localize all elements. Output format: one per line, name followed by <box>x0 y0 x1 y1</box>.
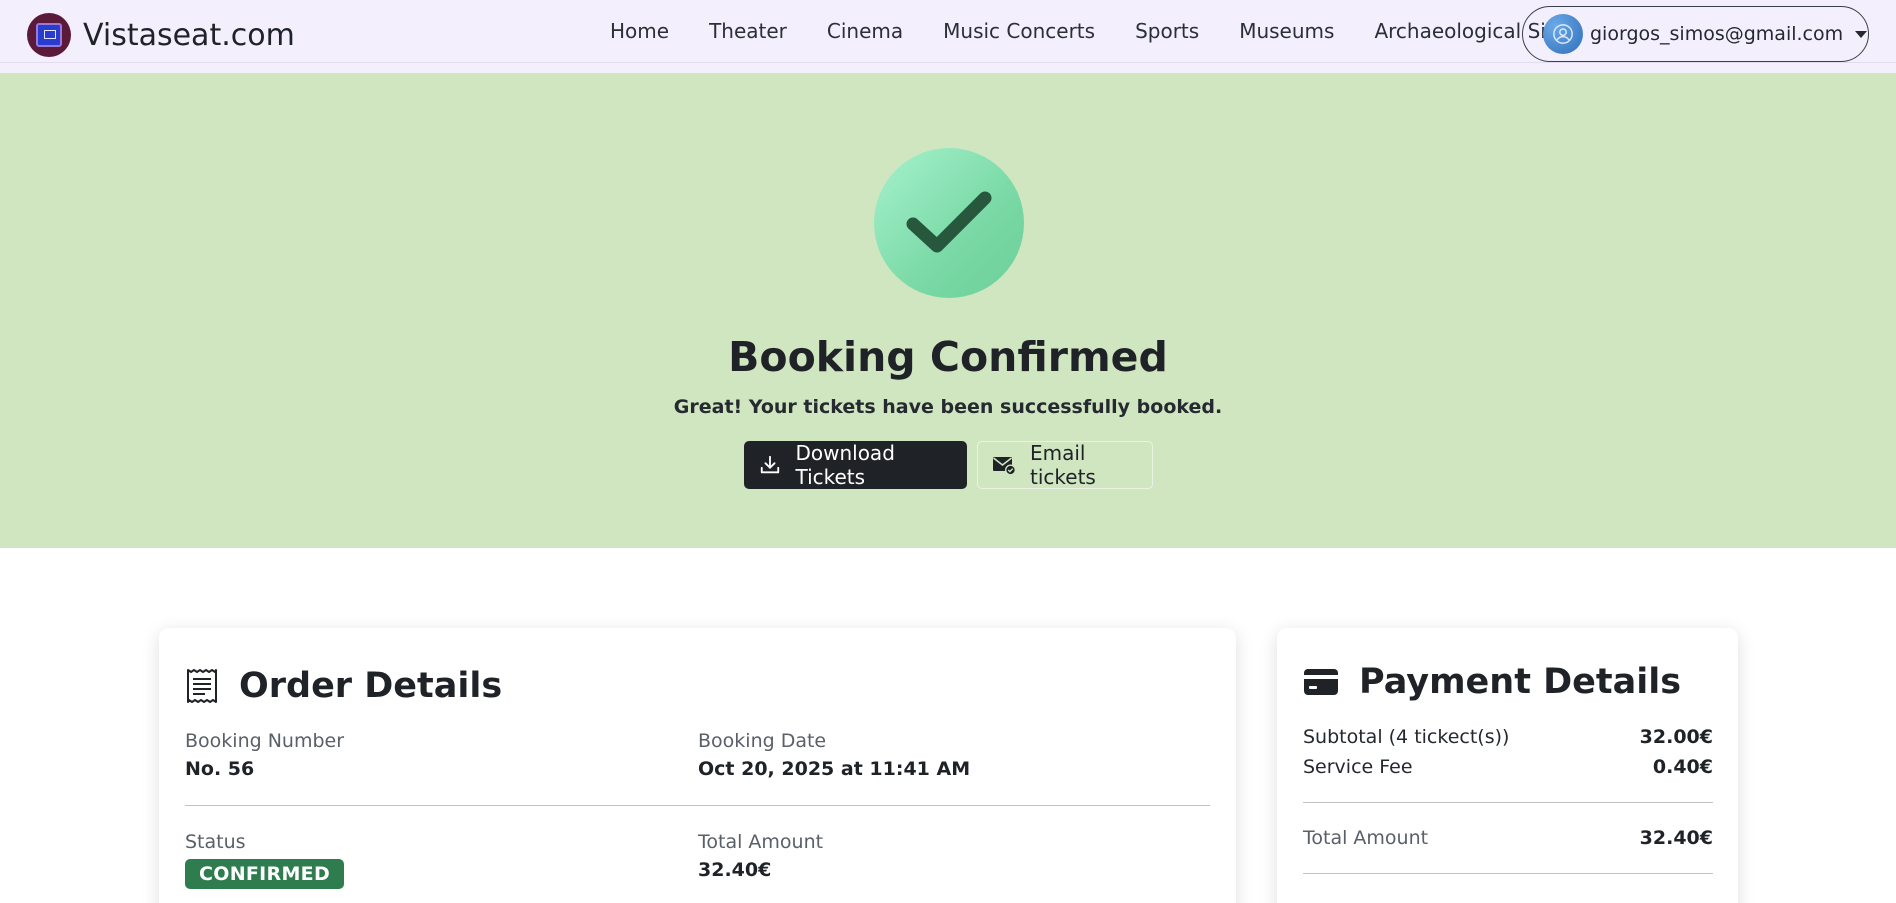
avatar-icon <box>1543 14 1583 54</box>
status-field: Status CONFIRMED <box>185 831 345 889</box>
booking-date-field: Booking Date Oct 20, 2025 at 11:41 AM <box>698 730 970 780</box>
payment-total-value: 32.40€ <box>1639 827 1713 849</box>
divider <box>1303 802 1713 803</box>
credit-card-icon <box>1303 668 1339 696</box>
total-amount-field: Total Amount 32.40€ <box>698 831 823 881</box>
service-fee-value: 0.40€ <box>1652 756 1713 778</box>
brand-name: Vistaseat.com <box>83 17 295 53</box>
user-email: giorgos_simos@gmail.com <box>1590 23 1844 45</box>
confirmation-hero: Booking Confirmed Great! Your tickets ha… <box>0 73 1896 548</box>
total-amount-value: 32.40€ <box>698 859 772 881</box>
order-details-header: Order Details <box>185 666 502 706</box>
navbar: Vistaseat.com Home Theater Cinema Music … <box>0 0 1896 73</box>
email-tickets-label: Email tickets <box>1030 441 1096 489</box>
envelope-icon <box>992 453 1016 477</box>
booking-date-label: Booking Date <box>698 730 827 752</box>
receipt-icon <box>185 668 219 704</box>
order-details-title: Order Details <box>239 666 503 706</box>
download-tickets-button[interactable]: Download Tickets <box>744 441 967 489</box>
status-badge: CONFIRMED <box>185 859 345 889</box>
service-fee-label: Service Fee <box>1303 756 1413 778</box>
chevron-down-icon <box>1855 30 1868 38</box>
page-title: Booking Confirmed <box>728 333 1168 381</box>
subtotal-row: Subtotal (4 tickect(s)) 32.00€ <box>1303 726 1713 748</box>
payment-details-title: Payment Details <box>1359 662 1682 702</box>
payment-total-label: Total Amount <box>1303 827 1429 849</box>
nav-link-home[interactable]: Home <box>610 19 669 43</box>
brand-link[interactable]: Vistaseat.com <box>27 13 295 57</box>
success-check-icon <box>874 148 1024 298</box>
total-amount-label: Total Amount <box>698 831 824 853</box>
booking-number-field: Booking Number No. 56 <box>185 730 344 780</box>
subtotal-value: 32.00€ <box>1639 726 1713 748</box>
download-tickets-label: Download Tickets <box>795 441 895 489</box>
divider <box>185 805 1210 806</box>
payment-details-card: Payment Details Subtotal (4 tickect(s)) … <box>1277 628 1738 903</box>
status-label: Status <box>185 831 246 853</box>
brand-logo-icon <box>27 13 71 57</box>
download-icon <box>758 453 781 477</box>
payment-total-row: Total Amount 32.40€ <box>1303 827 1713 849</box>
service-fee-row: Service Fee 0.40€ <box>1303 756 1713 778</box>
nav-links: Home Theater Cinema Music Concerts Sport… <box>610 0 1576 62</box>
nav-link-music-concerts[interactable]: Music Concerts <box>943 19 1095 43</box>
payment-details-header: Payment Details <box>1303 662 1681 702</box>
nav-link-theater[interactable]: Theater <box>709 19 787 43</box>
booking-number-value: No. 56 <box>185 758 255 780</box>
user-menu-dropdown[interactable]: giorgos_simos@gmail.com <box>1522 6 1869 62</box>
subtotal-label: Subtotal (4 tickect(s)) <box>1303 726 1510 748</box>
email-tickets-button[interactable]: Email tickets <box>977 441 1153 489</box>
action-buttons: Download Tickets Email tickets <box>744 441 1153 489</box>
booking-date-value: Oct 20, 2025 at 11:41 AM <box>698 758 971 780</box>
nav-link-museums[interactable]: Museums <box>1239 19 1334 43</box>
divider <box>1303 873 1713 874</box>
nav-link-sports[interactable]: Sports <box>1135 19 1199 43</box>
booking-number-label: Booking Number <box>185 730 345 752</box>
nav-link-cinema[interactable]: Cinema <box>827 19 903 43</box>
page-subtitle: Great! Your tickets have been successful… <box>673 396 1223 418</box>
order-details-card: Order Details Booking Number No. 56 Book… <box>159 628 1236 903</box>
